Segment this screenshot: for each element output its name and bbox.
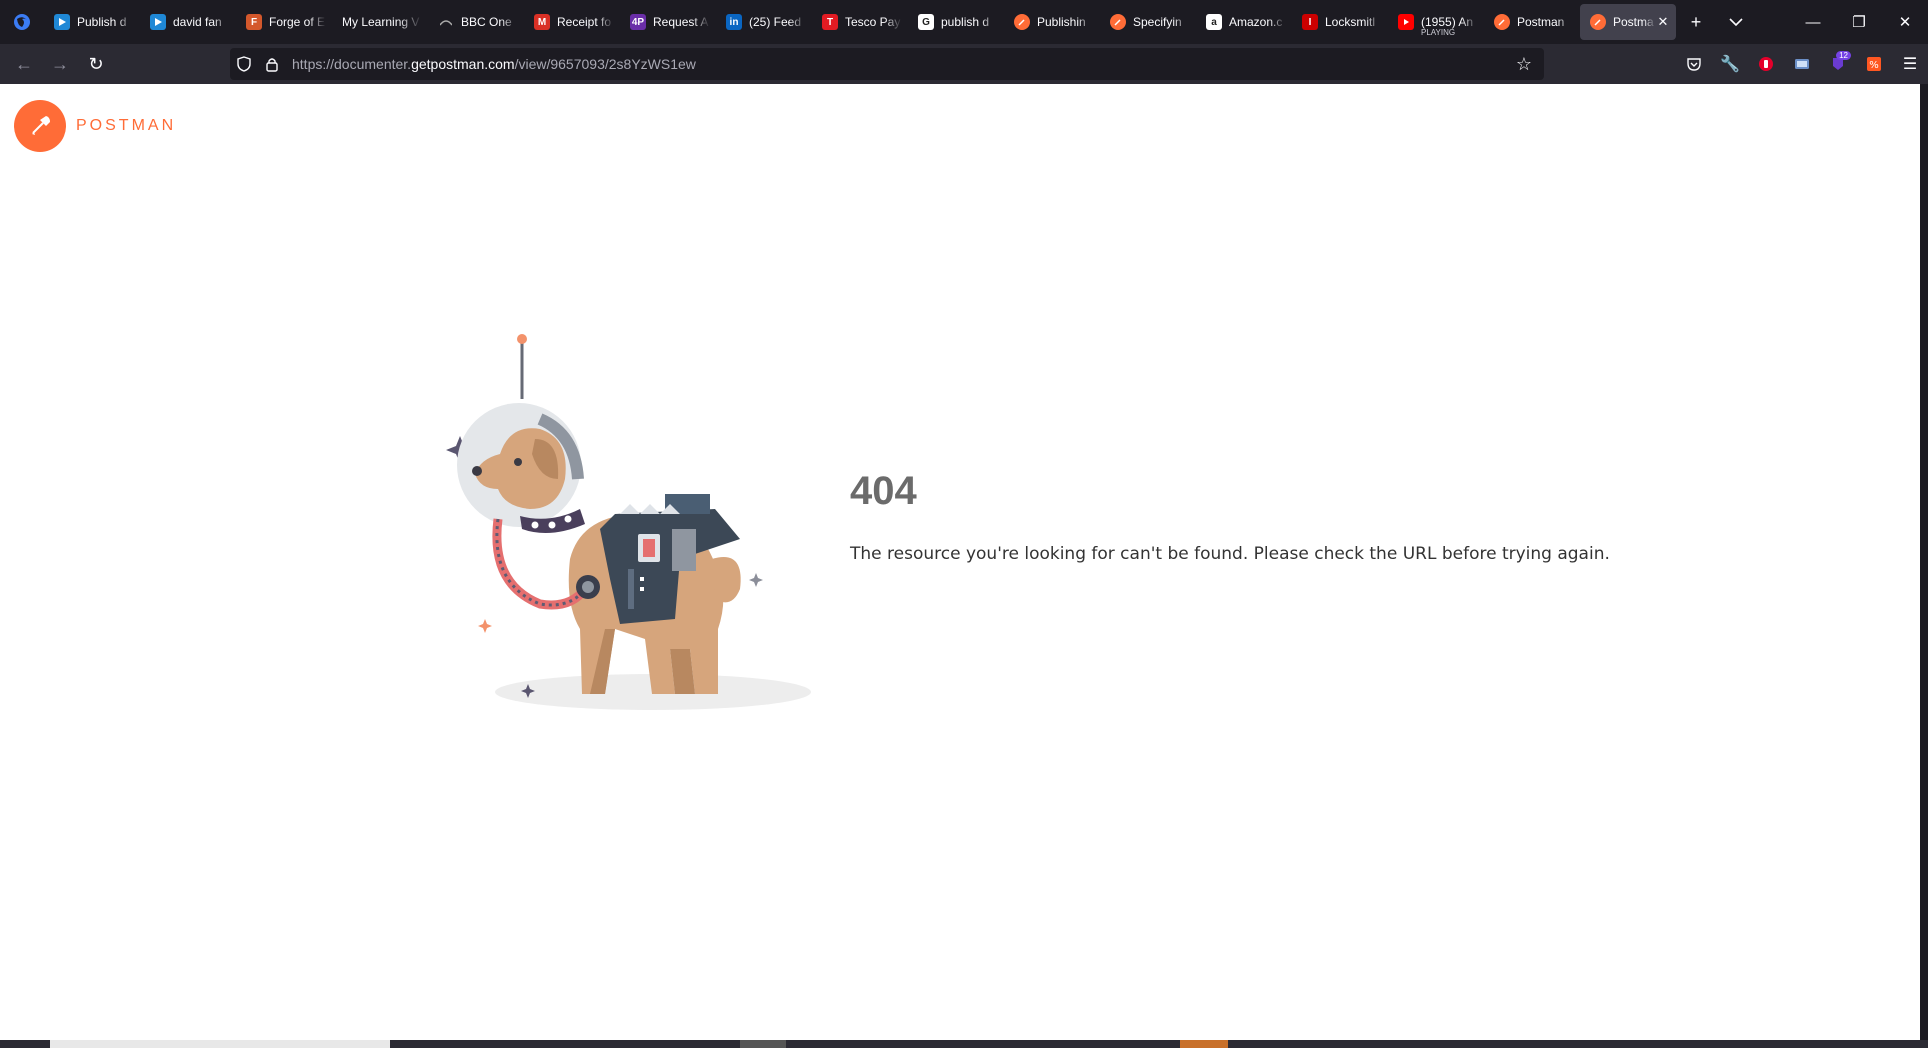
bookmark-star-icon[interactable]: ☆ xyxy=(1510,48,1538,80)
error-message: The resource you're looking for can't be… xyxy=(850,544,1610,564)
postman-logo[interactable]: POSTMAN xyxy=(14,100,176,152)
favicon-icon: in xyxy=(726,14,742,30)
pocket-icon[interactable] xyxy=(1676,48,1712,80)
url-prefix: https://documenter. xyxy=(292,56,412,72)
browser-tab[interactable]: Publish d xyxy=(44,4,140,40)
navigation-toolbar: ← → ↻ https://documenter.getpostman.com/… xyxy=(0,44,1928,84)
address-bar[interactable]: https://documenter.getpostman.com/view/9… xyxy=(230,48,1544,80)
extension-with-badge-icon[interactable]: 12 xyxy=(1820,48,1856,80)
favicon-icon: T xyxy=(822,14,838,30)
taskbar-strip xyxy=(0,1040,1928,1048)
list-all-tabs-icon[interactable] xyxy=(1716,4,1756,40)
extension-badge: 12 xyxy=(1836,51,1851,60)
bbc-icon xyxy=(438,14,454,30)
page-scrollbar[interactable] xyxy=(1920,84,1928,1040)
tab-label: Request A xyxy=(653,15,709,29)
url-domain: getpostman.com xyxy=(411,56,515,72)
tab-label: Publishin xyxy=(1037,15,1086,29)
astronaut-dog-illustration xyxy=(446,334,811,710)
url-text[interactable]: https://documenter.getpostman.com/view/9… xyxy=(292,56,696,72)
back-button[interactable]: ← xyxy=(6,48,42,80)
browser-tab[interactable]: Specifyin xyxy=(1100,4,1196,40)
taskbar-item[interactable] xyxy=(740,1040,786,1048)
url-path: /view/9657093/2s8YzWS1ew xyxy=(514,56,696,72)
video-icon xyxy=(150,14,166,30)
postman-icon xyxy=(1494,14,1510,30)
tab-label: Postman xyxy=(1517,15,1565,29)
tab-label: Forge of E xyxy=(269,15,326,29)
tab-label: (1955) An xyxy=(1421,15,1474,29)
browser-tab[interactable]: a Amazon.c xyxy=(1196,4,1292,40)
browser-tab[interactable]: T Tesco Pay xyxy=(812,4,908,40)
browser-tab[interactable]: in (25) Feed xyxy=(716,4,812,40)
tab-strip: Publish d david fan F Forge of E My Learning… xyxy=(0,0,1928,44)
favicon-icon: a xyxy=(1206,14,1222,30)
browser-tab[interactable]: Postma ✕ xyxy=(1580,4,1676,40)
browser-window: Publish d david fan F Forge of E My Learning… xyxy=(0,0,1928,1048)
tab-list: Publish d david fan F Forge of E My Learning… xyxy=(44,0,1676,44)
firefox-menu-icon[interactable] xyxy=(0,0,44,44)
tab-playing-indicator: PLAYING xyxy=(1421,28,1456,37)
browser-tab[interactable]: (1955) An PLAYING xyxy=(1388,4,1484,40)
minimize-button[interactable]: — xyxy=(1790,0,1836,44)
browser-tab[interactable]: I Locksmitl xyxy=(1292,4,1388,40)
browser-tab[interactable]: BBC One xyxy=(428,4,524,40)
favicon-icon: 4P xyxy=(630,14,646,30)
percent-extension-icon[interactable]: % xyxy=(1856,48,1892,80)
restore-button[interactable]: ❐ xyxy=(1836,0,1882,44)
tab-label: Publish d xyxy=(77,15,127,29)
screenshot-extension-icon[interactable] xyxy=(1784,48,1820,80)
favicon-icon: I xyxy=(1302,14,1318,30)
tab-label: Amazon.c xyxy=(1229,15,1283,29)
favicon-icon: F xyxy=(246,14,262,30)
tab-label: david fan xyxy=(173,15,222,29)
tab-label: Locksmitl xyxy=(1325,15,1376,29)
taskbar-item[interactable] xyxy=(50,1040,390,1048)
taskbar-item[interactable] xyxy=(1180,1040,1228,1048)
tab-label: BBC One xyxy=(461,15,512,29)
tab-label: Receipt fo xyxy=(557,15,612,29)
adblock-extension-icon[interactable] xyxy=(1748,48,1784,80)
svg-text:%: % xyxy=(1869,60,1879,71)
browser-tab[interactable]: F Forge of E xyxy=(236,4,332,40)
window-controls: — ❐ ✕ xyxy=(1790,0,1928,44)
postman-icon xyxy=(1590,14,1606,30)
wrench-icon[interactable]: 🔧 xyxy=(1712,48,1748,80)
browser-tab[interactable]: 4P Request A xyxy=(620,4,716,40)
error-code: 404 xyxy=(850,469,917,513)
close-tab-icon[interactable]: ✕ xyxy=(1656,14,1670,30)
browser-tab[interactable]: M Receipt fo xyxy=(524,4,620,40)
browser-tab[interactable]: david fan xyxy=(140,4,236,40)
browser-tab[interactable]: Postman xyxy=(1484,4,1580,40)
lock-icon[interactable] xyxy=(258,48,286,80)
browser-tab[interactable]: My Learning V xyxy=(332,4,428,40)
video-icon xyxy=(54,14,70,30)
browser-tab[interactable]: Publishin xyxy=(1004,4,1100,40)
favicon-icon: G xyxy=(918,14,934,30)
postman-icon xyxy=(1014,14,1030,30)
tab-label: (25) Feed xyxy=(749,15,802,29)
tab-label: My Learning V xyxy=(342,15,420,29)
extensions-toolbar: 🔧 12 % ☰ xyxy=(1676,44,1928,84)
tab-label: Specifyin xyxy=(1133,15,1182,29)
close-window-button[interactable]: ✕ xyxy=(1882,0,1928,44)
postman-icon xyxy=(1110,14,1126,30)
favicon-icon: M xyxy=(534,14,550,30)
browser-tab[interactable]: Gpublish d xyxy=(908,4,1004,40)
page-content: POSTMAN 404 The resource you're looking … xyxy=(0,84,1920,1040)
tab-label: Postma xyxy=(1613,15,1654,29)
new-tab-button[interactable]: + xyxy=(1676,4,1716,40)
app-menu-icon[interactable]: ☰ xyxy=(1892,48,1928,80)
tab-label: Tesco Pay xyxy=(845,15,901,29)
postman-logo-icon xyxy=(14,100,66,152)
shield-icon[interactable] xyxy=(230,48,258,80)
reload-button[interactable]: ↻ xyxy=(78,48,114,80)
youtube-icon xyxy=(1398,14,1414,30)
tab-label: publish d xyxy=(941,15,990,29)
postman-logo-text: POSTMAN xyxy=(76,117,177,134)
forward-button[interactable]: → xyxy=(42,48,78,80)
